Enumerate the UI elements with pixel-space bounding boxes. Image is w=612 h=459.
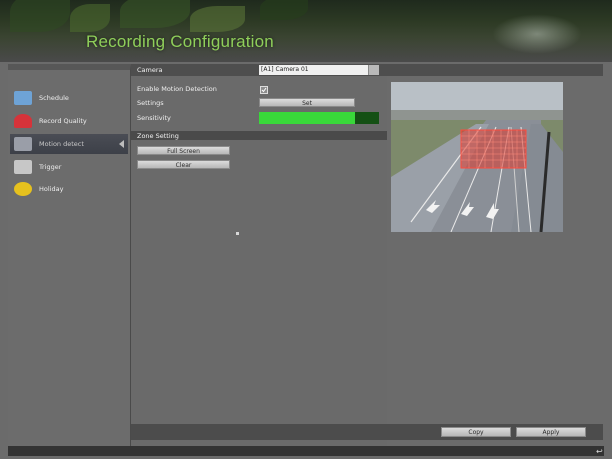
road-scene-image bbox=[391, 82, 563, 232]
camera-select-value: [A1] Camera 01 bbox=[261, 66, 309, 73]
camera-preview[interactable] bbox=[391, 82, 563, 232]
clear-button[interactable]: Clear bbox=[137, 160, 230, 169]
sidebar-item-label: Motion detect bbox=[39, 140, 84, 148]
sidebar-item-trigger[interactable]: Trigger bbox=[10, 157, 128, 177]
sensitivity-slider-fill bbox=[259, 112, 355, 124]
camera-select[interactable]: [A1] Camera 01 bbox=[259, 65, 379, 75]
set-button[interactable]: Set bbox=[259, 98, 355, 107]
camera-label: Camera bbox=[137, 66, 163, 74]
sidebar-item-label: Record Quality bbox=[39, 117, 87, 125]
dvr-window: Recording Configuration Schedule Record … bbox=[0, 0, 612, 459]
sensitivity-slider[interactable] bbox=[259, 112, 379, 124]
status-bar bbox=[8, 446, 604, 456]
enable-motion-checkbox[interactable] bbox=[260, 86, 268, 94]
apply-button[interactable]: Apply bbox=[516, 427, 586, 437]
sidebar-item-motion-detect[interactable]: Motion detect bbox=[10, 134, 128, 154]
schedule-icon bbox=[14, 91, 32, 105]
return-icon[interactable]: ↩ bbox=[596, 448, 606, 456]
sidebar-item-label: Schedule bbox=[39, 94, 69, 102]
sensitivity-label: Sensitivity bbox=[137, 114, 171, 122]
full-screen-button[interactable]: Full Screen bbox=[137, 146, 230, 155]
header-banner: Recording Configuration bbox=[0, 0, 612, 62]
motion-zone-overlay bbox=[460, 129, 527, 169]
zone-setting-title: Zone Setting bbox=[137, 132, 179, 140]
sidebar-item-label: Trigger bbox=[39, 163, 62, 171]
chevron-down-icon[interactable] bbox=[368, 65, 379, 75]
active-arrow-icon bbox=[119, 140, 124, 148]
settings-label: Settings bbox=[137, 99, 164, 107]
sidebar-item-label: Holiday bbox=[39, 185, 64, 193]
sidebar-item-record-quality[interactable]: Record Quality bbox=[10, 111, 128, 131]
sidebar-item-holiday[interactable]: Holiday bbox=[10, 179, 128, 199]
record-quality-icon bbox=[14, 114, 32, 128]
zone-setting-header: Zone Setting bbox=[131, 131, 387, 140]
page-title: Recording Configuration bbox=[86, 32, 274, 51]
holiday-icon bbox=[14, 182, 32, 196]
trigger-icon bbox=[14, 160, 32, 174]
enable-motion-label: Enable Motion Detection bbox=[137, 85, 217, 93]
sidebar-item-schedule[interactable]: Schedule bbox=[10, 88, 128, 108]
copy-button[interactable]: Copy bbox=[441, 427, 511, 437]
sidebar: Schedule Record Quality Motion detect Tr… bbox=[8, 64, 131, 452]
motion-detect-icon bbox=[14, 137, 32, 151]
mouse-cursor bbox=[236, 232, 239, 235]
